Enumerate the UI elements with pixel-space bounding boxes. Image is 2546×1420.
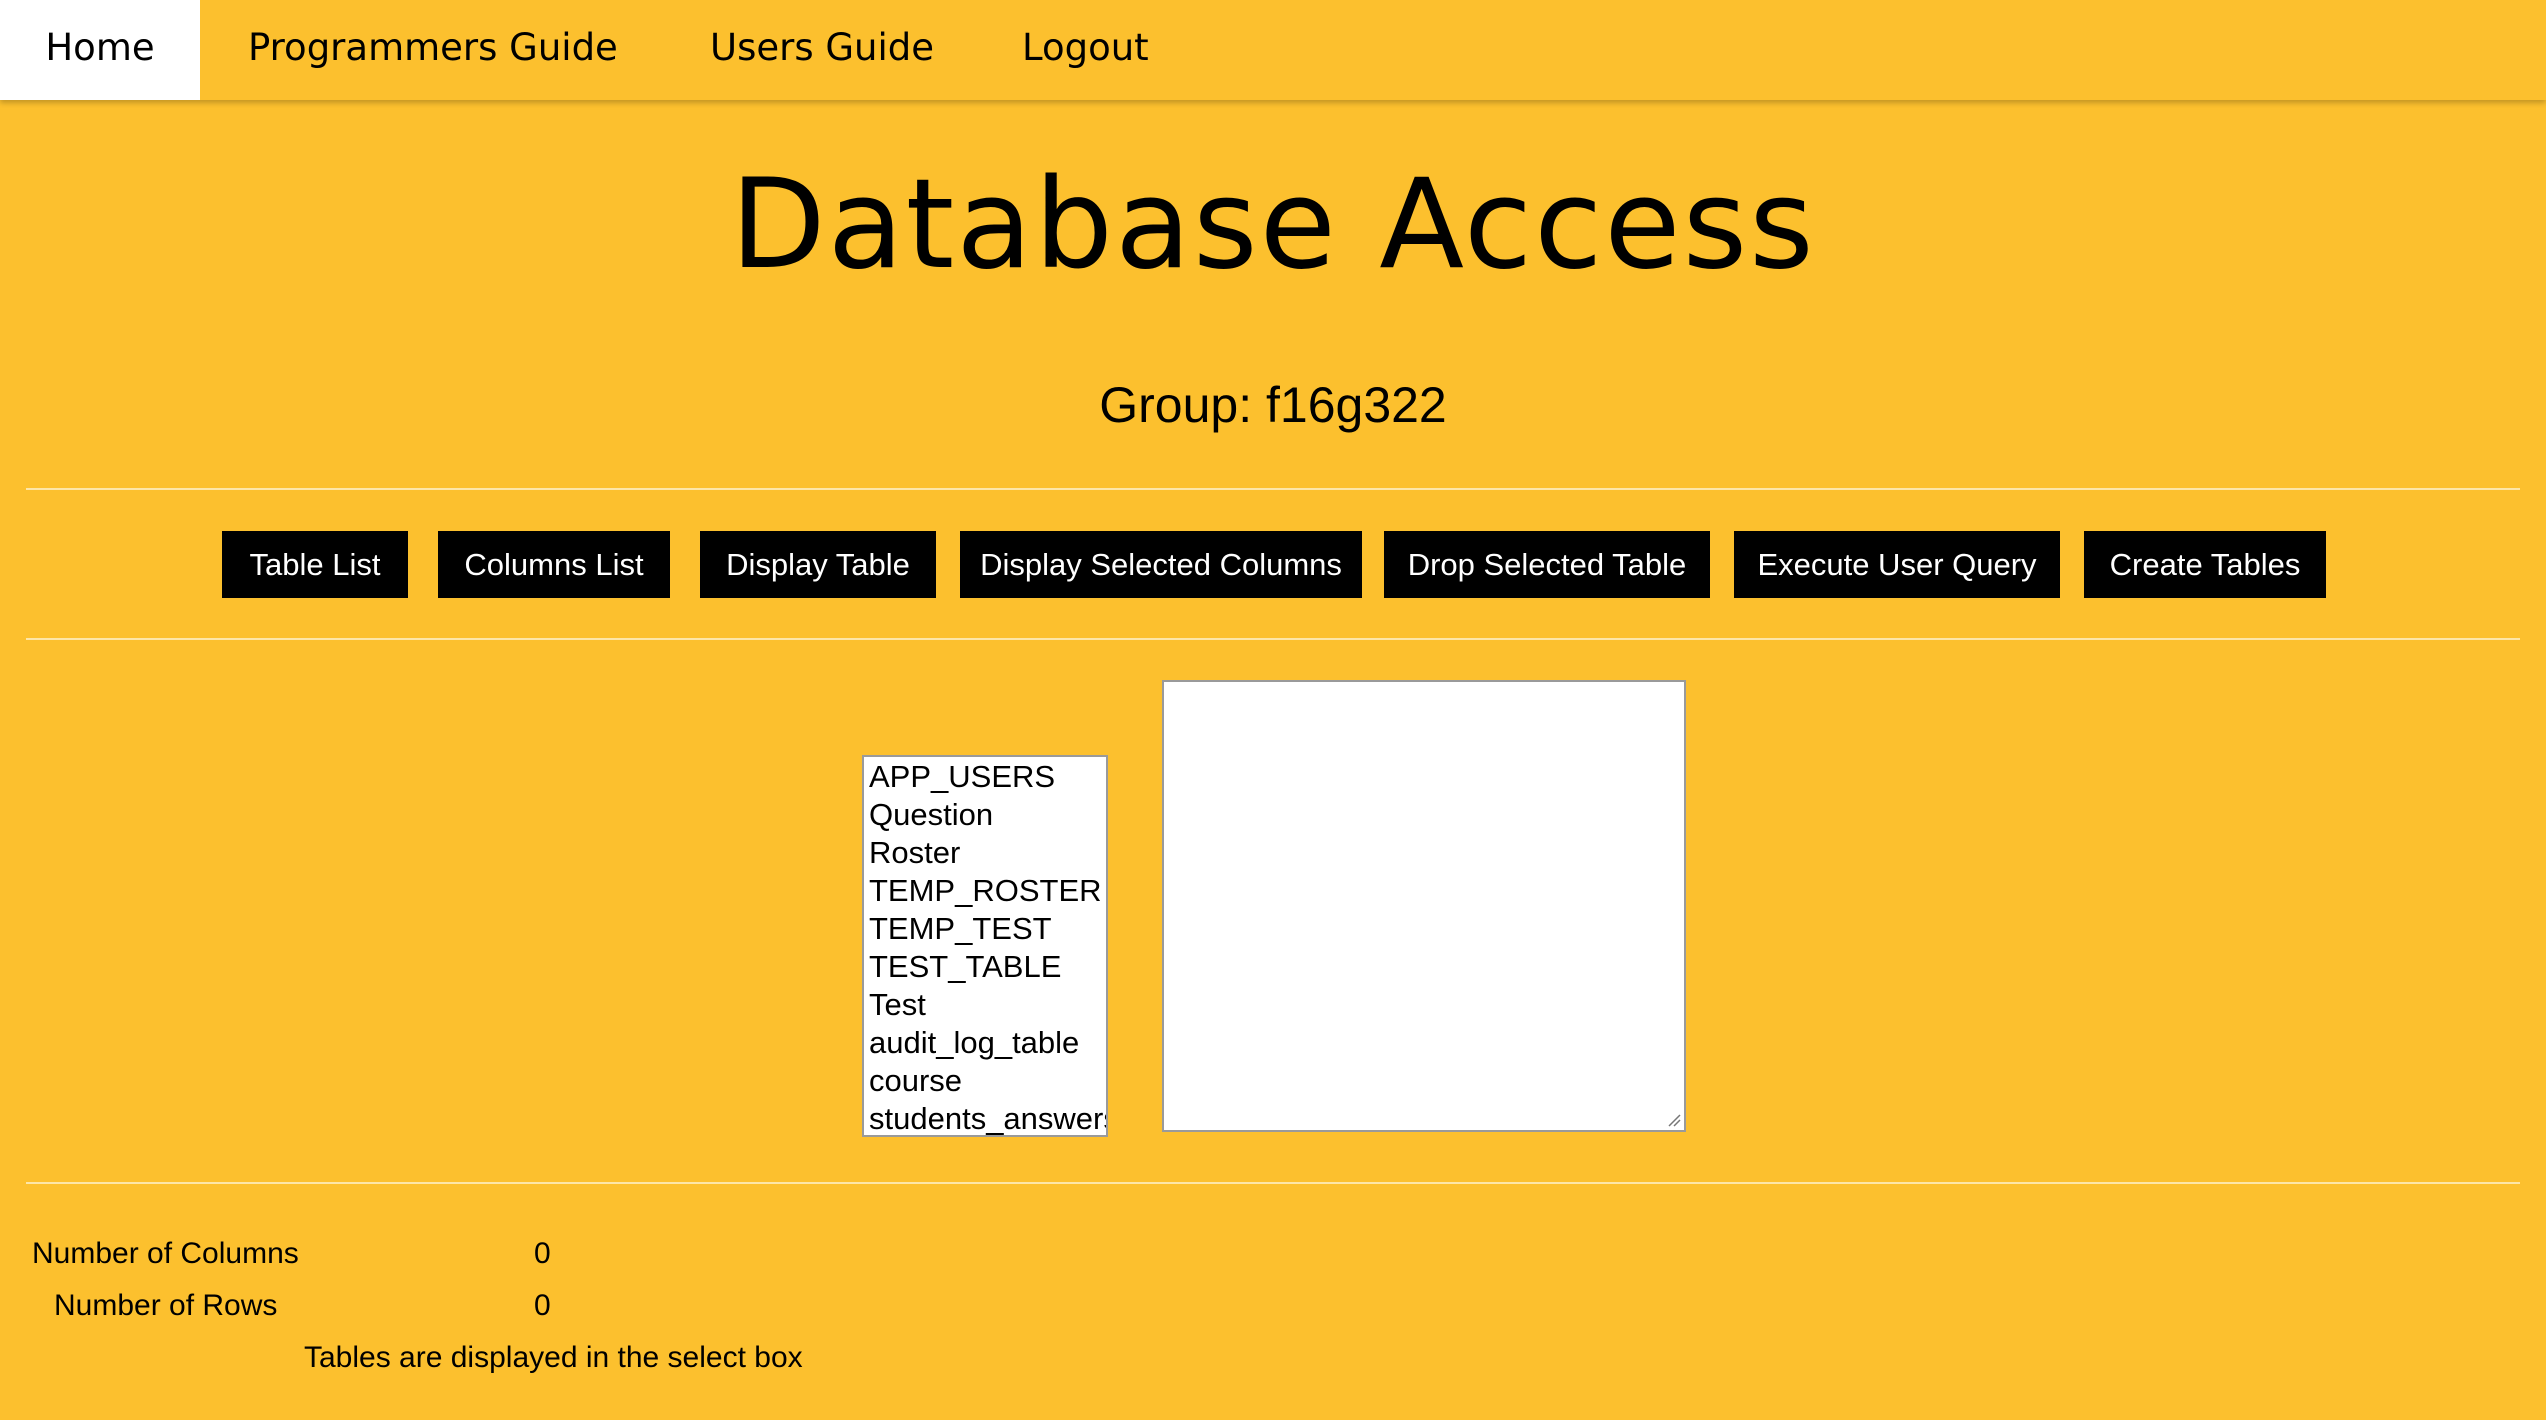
table-option[interactable]: Roster	[864, 834, 1106, 872]
nav-users-guide[interactable]: Users Guide	[710, 0, 934, 100]
nav-programmers-guide[interactable]: Programmers Guide	[248, 0, 618, 100]
table-option[interactable]: students_answers	[864, 1100, 1106, 1135]
table-select-box[interactable]: APP_USERS Question Roster TEMP_ROSTER TE…	[862, 755, 1108, 1137]
table-list-button[interactable]: Table List	[222, 531, 408, 598]
nav-logout[interactable]: Logout	[1022, 0, 1149, 100]
resize-handle-icon[interactable]	[1667, 1113, 1681, 1127]
table-option[interactable]: TEMP_TEST	[864, 910, 1106, 948]
table-option[interactable]: TEMP_ROSTER	[864, 872, 1106, 910]
execute-user-query-button[interactable]: Execute User Query	[1734, 531, 2060, 598]
status-message: Tables are displayed in the select box	[304, 1341, 803, 1374]
create-tables-button[interactable]: Create Tables	[2084, 531, 2326, 598]
nav-home[interactable]: Home	[0, 0, 200, 100]
columns-count-value: 0	[534, 1237, 551, 1270]
drop-selected-table-button[interactable]: Drop Selected Table	[1384, 531, 1710, 598]
divider-top	[26, 488, 2520, 490]
page-title: Database Access	[730, 153, 1816, 297]
table-option[interactable]: APP_USERS	[864, 758, 1106, 796]
rows-count-value: 0	[534, 1289, 551, 1322]
columns-count-label: Number of Columns	[32, 1237, 299, 1270]
table-option[interactable]: Test	[864, 986, 1106, 1024]
table-option[interactable]: TEST_TABLE	[864, 948, 1106, 986]
columns-list-button[interactable]: Columns List	[438, 531, 670, 598]
display-selected-columns-button[interactable]: Display Selected Columns	[960, 531, 1362, 598]
divider-bottom	[26, 1182, 2520, 1184]
divider-middle	[26, 638, 2520, 640]
table-option[interactable]: audit_log_table	[864, 1024, 1106, 1062]
table-option[interactable]: course	[864, 1062, 1106, 1100]
query-textarea[interactable]	[1162, 680, 1686, 1132]
group-label: Group: f16g322	[1099, 377, 1447, 433]
display-table-button[interactable]: Display Table	[700, 531, 936, 598]
navbar: Home Programmers Guide Users Guide Logou…	[0, 0, 2546, 100]
table-option[interactable]: Question	[864, 796, 1106, 834]
rows-count-label: Number of Rows	[54, 1289, 278, 1322]
